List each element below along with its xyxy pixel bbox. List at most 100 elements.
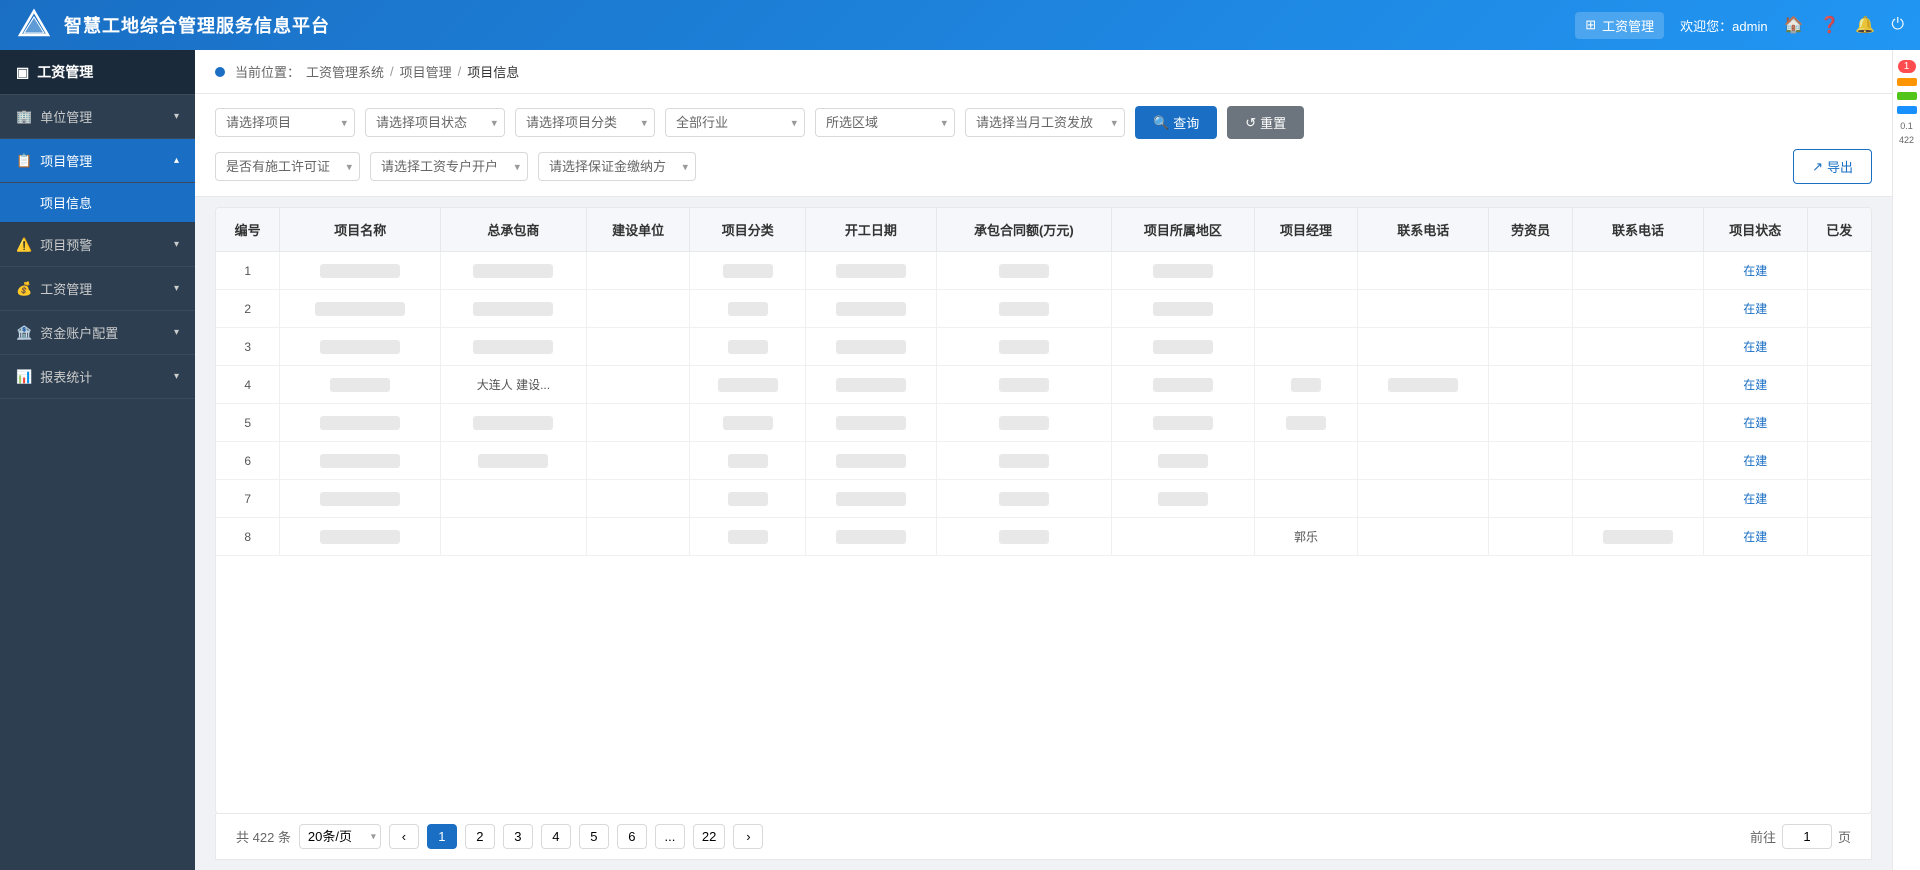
next-page-btn[interactable]: › (733, 824, 763, 849)
data-table: 编号 项目名称 总承包商 建设单位 项目分类 开工日期 承包合同额(万元) 项目… (216, 208, 1871, 556)
permit-select-wrapper: 是否有施工许可证 (215, 152, 360, 181)
table-cell (1112, 404, 1255, 442)
page-size-select[interactable]: 20条/页 50条/页 100条/页 (299, 824, 381, 849)
table-cell (690, 404, 806, 442)
table-cell (1358, 290, 1489, 328)
report-icon: 📊 (16, 369, 32, 385)
industry-select-wrapper: 全部行业 (665, 108, 805, 137)
page-btn-5[interactable]: 5 (579, 824, 609, 849)
table-cell-issued (1807, 328, 1871, 366)
chevron-down-icon-2: ▾ (174, 239, 179, 250)
sidebar-item-unit-label: 单位管理 (40, 107, 92, 126)
table-cell (280, 404, 441, 442)
breadcrumb-item-2[interactable]: 项目管理 (400, 62, 452, 81)
data-table-wrapper: 编号 项目名称 总承包商 建设单位 项目分类 开工日期 承包合同额(万元) 项目… (215, 207, 1872, 814)
query-button[interactable]: 🔍 查询 (1135, 106, 1217, 139)
breadcrumb-item-1[interactable]: 工资管理系统 (306, 62, 384, 81)
notification-icon[interactable]: 🔔 (1855, 15, 1875, 35)
prev-page-btn[interactable]: ‹ (389, 824, 419, 849)
sidebar-item-warning[interactable]: ⚠️ 项目预警 ▾ (0, 223, 195, 267)
table-row: 4 大连人 建设... 在建 (216, 366, 1871, 404)
export-button[interactable]: ↗ 导出 (1793, 149, 1872, 184)
filter-status-select[interactable]: 请选择项目状态 (365, 108, 505, 137)
table-cell (280, 290, 441, 328)
page-btn-22[interactable]: 22 (693, 824, 725, 849)
nav-salary-btn[interactable]: ⊞ 工资管理 (1575, 12, 1664, 39)
table-cell (1573, 404, 1704, 442)
table-cell (936, 442, 1111, 480)
page-btn-4[interactable]: 4 (541, 824, 571, 849)
table-cell (1489, 290, 1573, 328)
help-icon[interactable]: ❓ (1820, 15, 1840, 35)
col-contract-amount: 承包合同额(万元) (936, 208, 1111, 252)
table-cell (441, 442, 587, 480)
page-btn-3[interactable]: 3 (503, 824, 533, 849)
filter-permit-select[interactable]: 是否有施工许可证 (215, 152, 360, 181)
table-cell (586, 290, 690, 328)
logo-icon (16, 7, 52, 43)
sidebar-item-salary-label: 工资管理 (40, 279, 92, 298)
table-cell (441, 252, 587, 290)
filter-salary-select[interactable]: 请选择当月工资发放 (965, 108, 1125, 137)
table-cell (586, 366, 690, 404)
table-cell (586, 328, 690, 366)
col-start-date: 开工日期 (806, 208, 937, 252)
table-cell (586, 442, 690, 480)
home-icon[interactable]: 🏠 (1784, 15, 1804, 35)
sidebar-sub-project-info[interactable]: 项目信息 (0, 183, 195, 223)
filter-category-select[interactable]: 请选择项目分类 (515, 108, 655, 137)
table-row: 2 在建 (216, 290, 1871, 328)
table-cell-status: 在建 (1703, 328, 1807, 366)
side-count-small: 0.1 (1900, 121, 1913, 131)
table-cell (280, 518, 441, 556)
table-cell (280, 366, 441, 404)
table-cell (280, 480, 441, 518)
table-cell (280, 442, 441, 480)
header-left: 智慧工地综合管理服务信息平台 (16, 7, 330, 43)
breadcrumb-item-3: 项目信息 (467, 62, 519, 81)
breadcrumb-dot (215, 67, 225, 77)
table-cell-issued (1807, 366, 1871, 404)
sidebar-item-salary[interactable]: 💰 工资管理 ▾ (0, 267, 195, 311)
sidebar-item-account[interactable]: 🏦 资金账户配置 ▾ (0, 311, 195, 355)
project-icon: 📋 (16, 153, 32, 169)
table-cell (1112, 290, 1255, 328)
filter-region-select[interactable]: 所选区域 (815, 108, 955, 137)
table-cell (1112, 328, 1255, 366)
col-contractor: 总承包商 (441, 208, 587, 252)
chevron-up-icon: ▴ (174, 155, 179, 166)
table-cell (1489, 442, 1573, 480)
project-select-wrapper: 请选择项目 (215, 108, 355, 137)
account-select-wrapper: 请选择工资专户开户 (370, 152, 528, 181)
power-icon[interactable]: ⏻ (1891, 16, 1904, 34)
filter-project-select[interactable]: 请选择项目 (215, 108, 355, 137)
reset-button[interactable]: ↺ 重置 (1227, 106, 1304, 139)
goto-input[interactable] (1782, 824, 1832, 849)
table-cell (690, 366, 806, 404)
table-cell (1112, 442, 1255, 480)
table-cell (441, 518, 587, 556)
sidebar-item-unit[interactable]: 🏢 单位管理 ▾ (0, 95, 195, 139)
page-btn-2[interactable]: 2 (465, 824, 495, 849)
breadcrumb-sep-2: / (458, 64, 462, 79)
page-btn-1[interactable]: 1 (427, 824, 457, 849)
sidebar-item-report[interactable]: 📊 报表统计 ▾ (0, 355, 195, 399)
filter-row-2: 是否有施工许可证 请选择工资专户开户 请选择保证金缴纳方 (215, 149, 1872, 184)
sidebar-item-account-label: 资金账户配置 (40, 323, 118, 342)
table-cell (586, 252, 690, 290)
table-cell (1573, 518, 1704, 556)
page-btn-6[interactable]: 6 (617, 824, 647, 849)
table-cell (690, 480, 806, 518)
table-cell (1254, 328, 1358, 366)
sidebar-item-project[interactable]: 📋 项目管理 ▴ (0, 139, 195, 183)
filter-industry-select[interactable]: 全部行业 (665, 108, 805, 137)
reset-icon: ↺ (1245, 115, 1256, 131)
filter-deposit-select[interactable]: 请选择保证金缴纳方 (538, 152, 696, 181)
export-icon: ↗ (1812, 159, 1823, 175)
app-title: 智慧工地综合管理服务信息平台 (64, 12, 330, 38)
page-size-wrapper: 20条/页 50条/页 100条/页 (299, 824, 381, 849)
col-labor: 劳资员 (1489, 208, 1573, 252)
table-cell (1358, 366, 1489, 404)
filter-account-select[interactable]: 请选择工资专户开户 (370, 152, 528, 181)
table-cell (936, 252, 1111, 290)
